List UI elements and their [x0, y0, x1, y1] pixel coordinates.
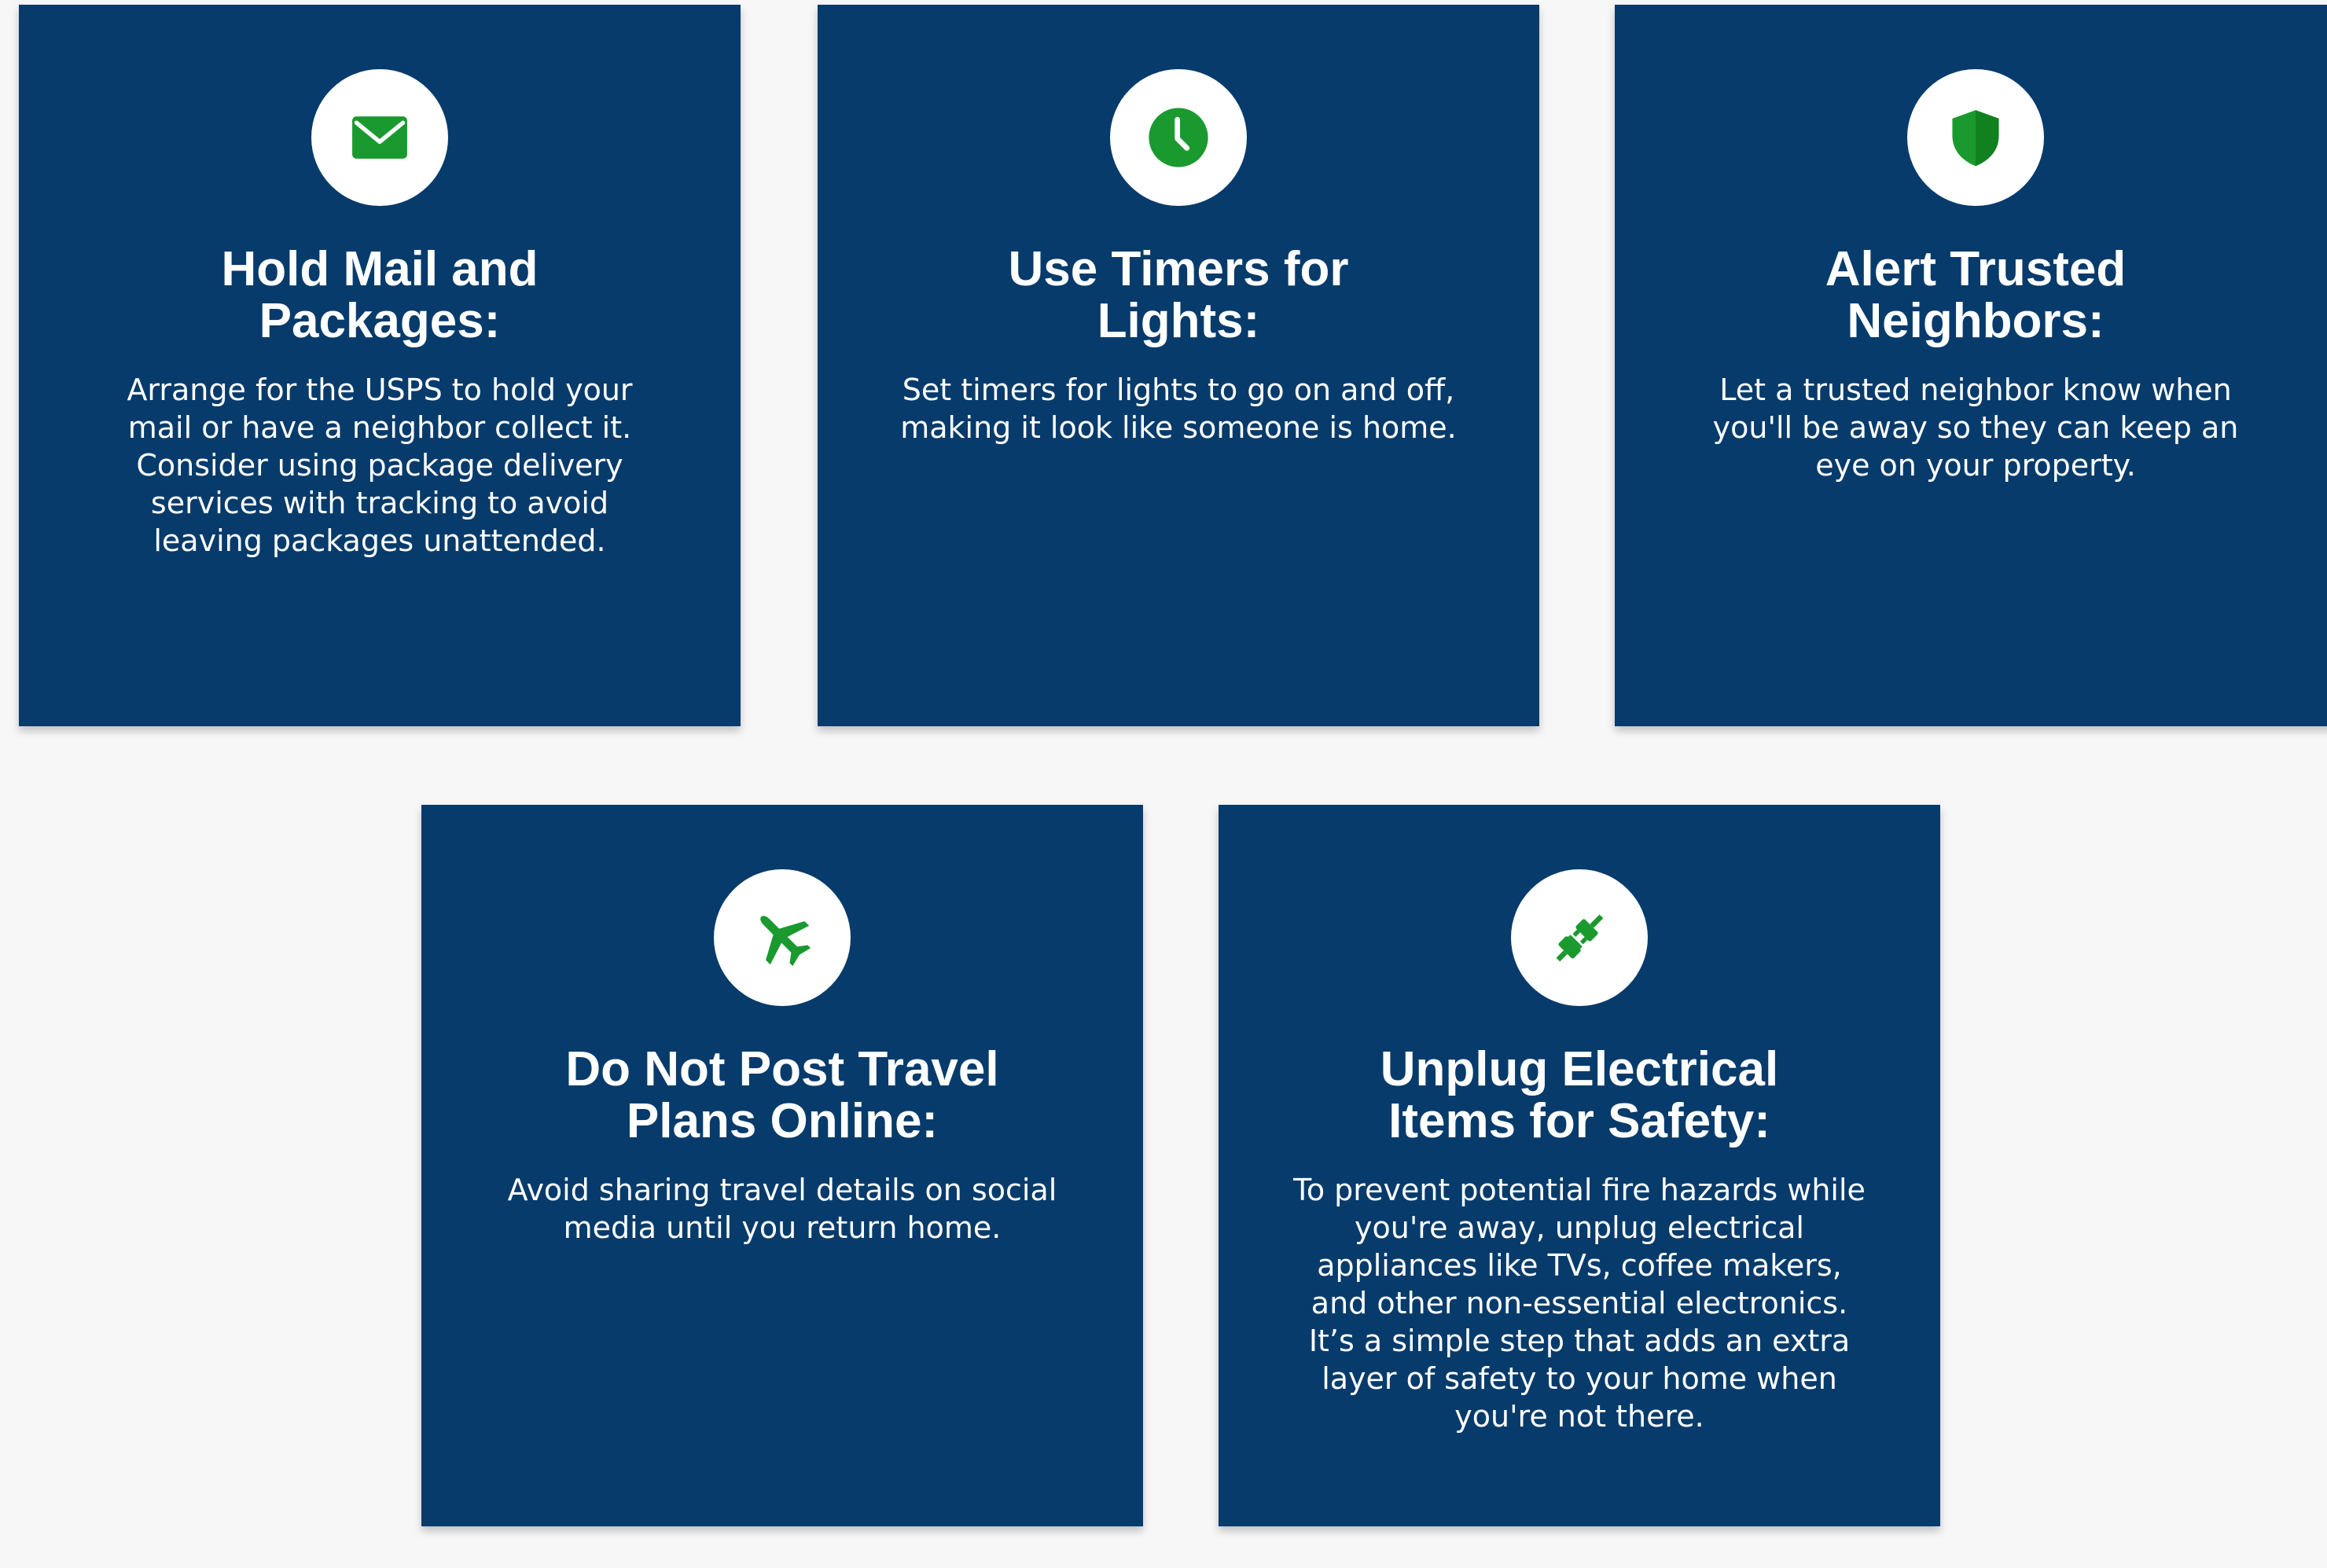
- card-text: Let a trusted neighbor know when you'll …: [1712, 373, 2239, 483]
- tip-card-neighbors: Alert Trusted Neighbors: Let a trusted n…: [1615, 5, 2327, 726]
- plug-icon: [1556, 914, 1604, 962]
- card-title: Use Timers for Lights:: [1008, 242, 1349, 348]
- airplane-icon: [760, 916, 811, 967]
- card-text: Avoid sharing travel details on social m…: [507, 1173, 1057, 1245]
- tip-card-travel: Do Not Post Travel Plans Online: Avoid s…: [421, 805, 1143, 1526]
- icon-badge: [1110, 69, 1247, 206]
- tip-card-hold-mail: Hold Mail and Packages: Arrange for the …: [19, 5, 741, 726]
- tip-card-unplug: Unplug Electrical Items for Safety: To p…: [1219, 805, 1940, 1526]
- icon-badge: [1907, 69, 2044, 206]
- card-text: Set timers for lights to go on and off, …: [900, 373, 1457, 445]
- tip-card-timers: Use Timers for Lights: Set timers for li…: [818, 5, 1539, 726]
- icon-badge: [1511, 869, 1648, 1006]
- icon-badge: [311, 69, 448, 206]
- card-text: To prevent potential fire hazards while …: [1293, 1173, 1866, 1434]
- envelope-icon: [352, 116, 407, 159]
- card-title: Do Not Post Travel Plans Online:: [565, 1042, 999, 1148]
- shield-icon: [1952, 110, 1999, 167]
- card-title: Hold Mail and Packages:: [221, 242, 539, 348]
- card-text: Arrange for the USPS to hold your mail o…: [127, 373, 633, 558]
- card-title: Unplug Electrical Items for Safety:: [1380, 1042, 1779, 1148]
- icon-badge: [714, 869, 851, 1006]
- clock-icon: [1149, 108, 1208, 167]
- card-title: Alert Trusted Neighbors:: [1825, 242, 2127, 348]
